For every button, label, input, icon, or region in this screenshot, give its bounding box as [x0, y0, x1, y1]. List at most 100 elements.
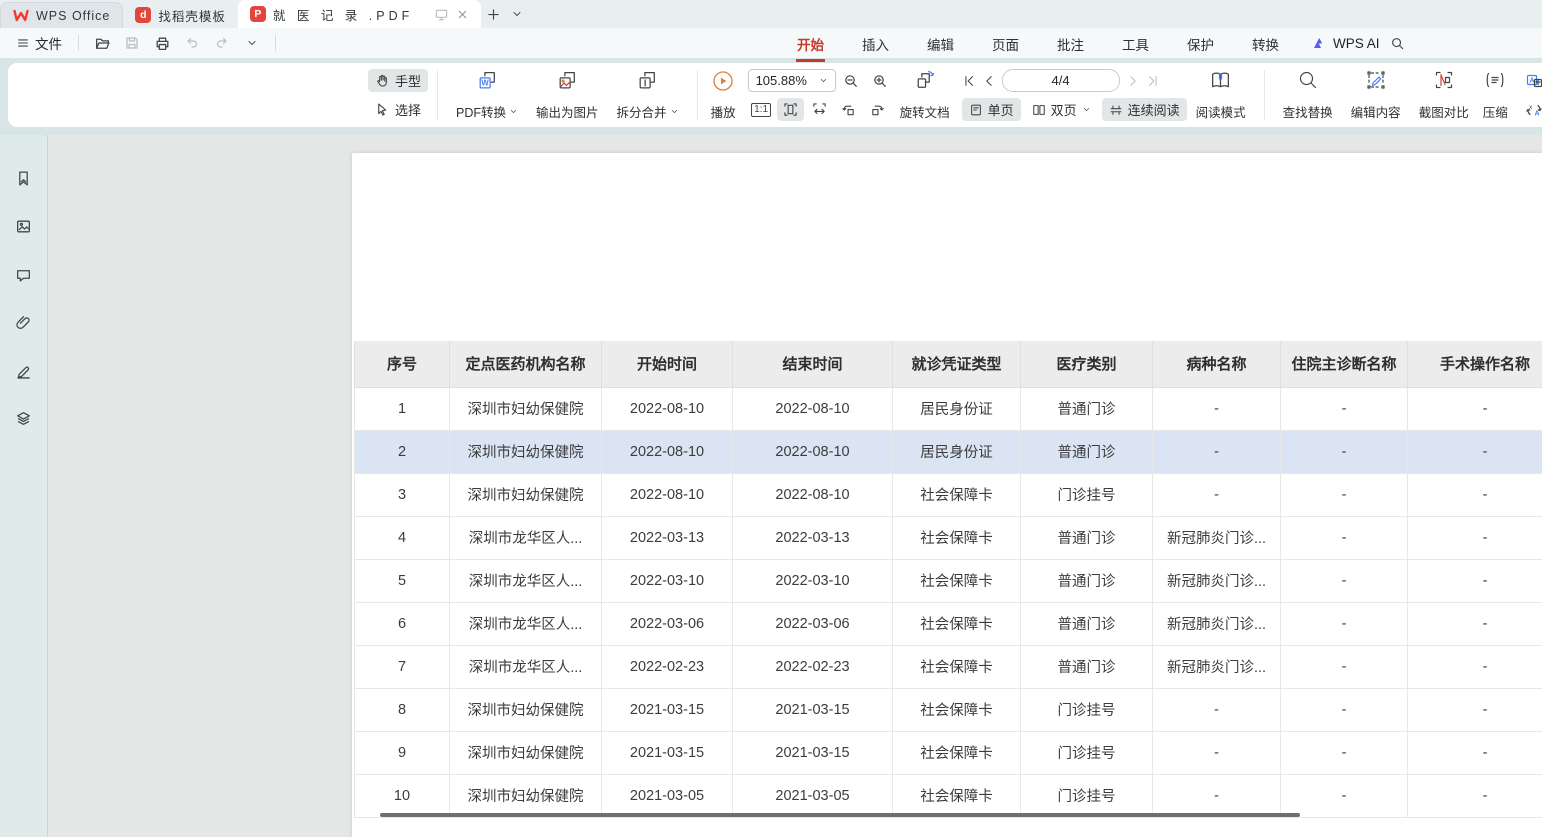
open-button[interactable]	[89, 31, 115, 55]
ribbon-tab-page[interactable]: 页面	[973, 29, 1038, 58]
screenshot-compare-button[interactable]: 截图对比	[1410, 68, 1478, 122]
monitor-icon[interactable]	[434, 7, 449, 22]
double-page-label: 双页	[1051, 100, 1077, 119]
ribbon-tab-insert[interactable]: 插入	[843, 29, 908, 58]
table-cell: 2022-03-13	[733, 516, 893, 559]
last-page-icon[interactable]	[1146, 74, 1160, 88]
page-indicator-input[interactable]: 4/4	[1002, 69, 1120, 92]
fit-page-icon	[783, 102, 798, 117]
rotate-right-button[interactable]	[864, 98, 891, 121]
find-replace-label: 查找替换	[1283, 102, 1333, 121]
comments-panel-button[interactable]	[9, 261, 39, 287]
fit-page-button[interactable]	[777, 98, 804, 121]
rotate-left-button[interactable]	[835, 98, 862, 121]
attachments-panel-button[interactable]	[9, 309, 39, 335]
play-button[interactable]: 播放	[707, 68, 740, 122]
find-replace-button[interactable]: 查找替换	[1274, 68, 1342, 122]
export-image-icon	[556, 69, 579, 92]
ribbon-tab-tools[interactable]: 工具	[1103, 29, 1168, 58]
table-cell: -	[1408, 731, 1542, 774]
table-cell: 9	[355, 731, 450, 774]
fit-width-button[interactable]	[806, 98, 833, 121]
compress-button[interactable]: 压缩	[1478, 68, 1513, 122]
rotate-document-label: 旋转文档	[900, 102, 950, 121]
table-cell: 7	[355, 645, 450, 688]
continuous-read-button[interactable]: 连续阅读	[1102, 98, 1187, 121]
tab-docer-templates[interactable]: d 找稻壳模板	[123, 2, 238, 28]
wps-ai-button[interactable]: WPS AI	[1312, 36, 1380, 51]
ribbon-tab-annotate[interactable]: 批注	[1038, 29, 1103, 58]
table-cell: 门诊挂号	[1021, 774, 1153, 817]
table-cell: 深圳市龙华区人...	[450, 516, 602, 559]
table-header-cell: 序号	[355, 341, 450, 387]
document-viewport[interactable]: 序号定点医药机构名称开始时间结束时间就诊凭证类型医疗类别病种名称住院主诊断名称手…	[48, 135, 1542, 837]
export-image-button[interactable]: 输出为图片	[527, 68, 608, 122]
horizontal-scrollbar-thumb[interactable]	[380, 813, 1300, 817]
table-cell: 深圳市龙华区人...	[450, 559, 602, 602]
quick-access-more-button[interactable]	[239, 31, 265, 55]
zoom-out-button[interactable]	[838, 69, 865, 92]
undo-button[interactable]	[179, 31, 205, 55]
layers-panel-button[interactable]	[9, 405, 39, 431]
close-icon[interactable]	[456, 8, 469, 21]
table-cell: -	[1281, 387, 1408, 430]
signature-panel-button[interactable]	[9, 357, 39, 383]
next-page-icon[interactable]	[1126, 74, 1140, 88]
page-navigation-group: 4/4 单页 双页 连续阅读	[962, 69, 1187, 121]
double-page-button[interactable]: 双页	[1025, 98, 1098, 121]
layers-icon	[15, 410, 32, 427]
actual-size-button[interactable]: 1:1	[748, 98, 775, 121]
table-cell: 6	[355, 602, 450, 645]
file-menu-button[interactable]: 文件	[10, 30, 68, 56]
svg-text:x: x	[1529, 104, 1533, 111]
tab-document-pdf[interactable]: P 就 医 记 录 .PDF	[238, 0, 481, 28]
pdf-convert-button[interactable]: W PDF转换	[447, 68, 527, 122]
read-mode-button[interactable]: 阅读模式	[1187, 68, 1255, 122]
full-translate-button[interactable]: A 全文翻译	[1519, 69, 1542, 92]
table-cell: 普通门诊	[1021, 559, 1153, 602]
search-icon[interactable]	[1390, 36, 1405, 51]
ribbon-tab-convert[interactable]: 转换	[1233, 29, 1298, 58]
tab-list-button[interactable]	[505, 2, 529, 26]
table-cell: 新冠肺炎门诊...	[1153, 645, 1281, 688]
screenshot-compare-label: 截图对比	[1419, 102, 1469, 121]
previous-page-icon[interactable]	[982, 74, 996, 88]
word-translate-button[interactable]: xA 划词翻译	[1519, 98, 1542, 121]
tab-wps-home[interactable]: WPS Office	[0, 2, 123, 28]
redo-button[interactable]	[209, 31, 235, 55]
rotate-document-button[interactable]: 旋转文档	[894, 68, 956, 122]
table-header-row: 序号定点医药机构名称开始时间结束时间就诊凭证类型医疗类别病种名称住院主诊断名称手…	[355, 341, 1542, 387]
first-page-icon[interactable]	[962, 74, 976, 88]
zoom-in-icon	[872, 73, 888, 89]
chevron-down-icon	[1082, 105, 1091, 114]
tab-label: 就 医 记 录 .PDF	[273, 5, 413, 24]
zoom-level-value: 105.88%	[756, 73, 807, 88]
ribbon-tab-home[interactable]: 开始	[778, 29, 843, 58]
zoom-in-button[interactable]	[867, 69, 894, 92]
new-tab-button[interactable]	[481, 2, 505, 26]
table-cell: 居民身份证	[893, 430, 1021, 473]
hand-tool-button[interactable]: 手型	[368, 69, 428, 92]
table-cell: 深圳市妇幼保健院	[450, 473, 602, 516]
single-page-button[interactable]: 单页	[962, 98, 1021, 121]
file-menu-label: 文件	[35, 33, 62, 53]
save-button[interactable]	[119, 31, 145, 55]
signature-pen-icon	[15, 362, 32, 379]
divider	[697, 70, 698, 120]
table-cell: 普通门诊	[1021, 387, 1153, 430]
find-replace-icon	[1297, 69, 1319, 91]
hamburger-icon	[16, 36, 30, 50]
table-cell: 2022-08-10	[602, 430, 733, 473]
table-cell: 4	[355, 516, 450, 559]
thumbnails-panel-button[interactable]	[9, 213, 39, 239]
split-merge-button[interactable]: 拆分合并	[608, 68, 688, 122]
ribbon-tab-protect[interactable]: 保护	[1168, 29, 1233, 58]
edit-content-button[interactable]: 编辑内容	[1342, 68, 1410, 122]
bookmarks-panel-button[interactable]	[9, 165, 39, 191]
table-header-cell: 就诊凭证类型	[893, 341, 1021, 387]
select-tool-button[interactable]: 选择	[368, 98, 428, 121]
print-button[interactable]	[149, 31, 175, 55]
zoom-level-select[interactable]: 105.88%	[748, 69, 836, 92]
ribbon-tab-edit[interactable]: 编辑	[908, 29, 973, 58]
chevron-down-icon	[511, 8, 523, 20]
